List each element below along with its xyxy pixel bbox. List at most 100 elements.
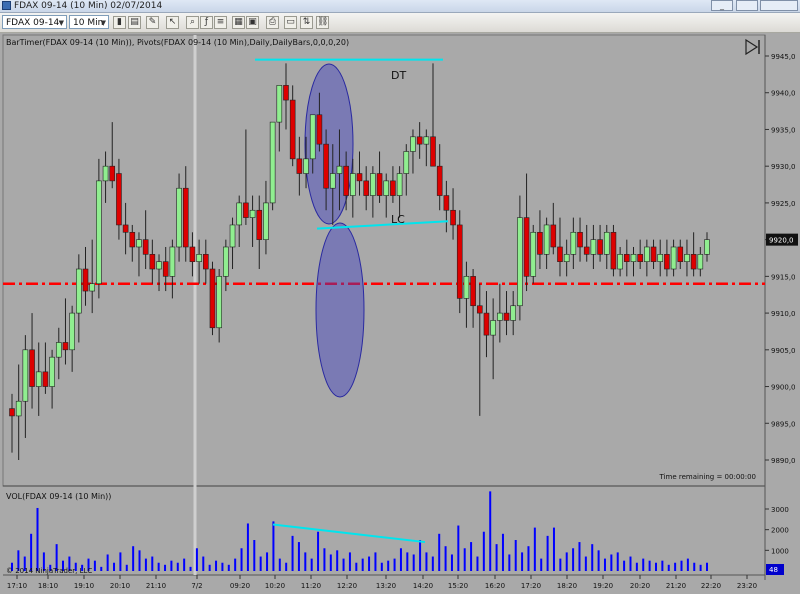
down-candle	[677, 246, 684, 262]
time-tick-label: 18:10	[38, 582, 58, 590]
up-candle	[370, 173, 376, 196]
draw-tool-icon[interactable]: ✎	[146, 16, 159, 29]
down-candle	[577, 231, 583, 248]
down-candle	[483, 312, 490, 336]
up-candle	[617, 254, 623, 270]
up-candle	[55, 342, 62, 358]
minimize-button[interactable]: _	[711, 0, 733, 11]
down-candle	[450, 209, 456, 226]
up-candle	[136, 239, 142, 248]
properties-icon[interactable]: ▦	[232, 16, 245, 29]
up-candle	[463, 276, 470, 299]
up-candle	[263, 202, 269, 240]
link-icon[interactable]: ⛓	[316, 16, 329, 29]
up-candle	[196, 254, 202, 262]
up-candle	[269, 121, 276, 204]
down-candle	[289, 99, 296, 160]
close-button[interactable]	[760, 0, 798, 11]
time-tick-label: 16:20	[485, 582, 505, 590]
up-candle	[309, 114, 316, 160]
down-candle	[476, 305, 483, 314]
up-candle	[169, 246, 176, 277]
down-candle	[296, 158, 303, 174]
window-title: FDAX 09-14 (10 Min) 02/07/2014	[14, 1, 163, 11]
up-candle	[216, 276, 222, 329]
down-candle	[256, 209, 263, 240]
volume-tick-label: 2000	[771, 527, 789, 535]
chart-style-icon[interactable]: ▤	[128, 16, 141, 29]
up-candle	[249, 209, 256, 218]
time-tick-label: 20:10	[110, 582, 130, 590]
interval-select[interactable]: 10 Min ▼	[69, 15, 109, 29]
price-tick-label: 9925,0	[771, 200, 796, 208]
up-candle	[229, 224, 236, 248]
time-tick-label: 15:20	[448, 582, 468, 590]
down-candle	[323, 143, 329, 189]
up-candle	[89, 283, 95, 292]
up-candle	[336, 165, 343, 174]
dt-label: DT	[391, 69, 406, 82]
up-candle	[276, 85, 283, 123]
down-candle	[416, 136, 423, 145]
up-candle	[563, 254, 570, 262]
interval-value: 10 Min	[73, 18, 104, 28]
down-candle	[149, 254, 156, 270]
down-candle	[109, 165, 116, 182]
price-tick-label: 9900,0	[771, 384, 796, 392]
down-candle	[470, 276, 476, 307]
indicators-icon[interactable]: ƒ	[200, 16, 213, 29]
up-candle	[490, 320, 496, 336]
down-candle	[390, 180, 396, 196]
up-candle	[96, 180, 102, 285]
price-tick-label: 9895,0	[771, 420, 796, 428]
time-tick-label: 12:20	[337, 582, 357, 590]
up-candle	[670, 246, 677, 270]
title-bar[interactable]: FDAX 09-14 (10 Min) 02/07/2014 _	[0, 0, 800, 13]
volume-last-label: 48	[769, 566, 778, 574]
down-candle	[9, 408, 15, 417]
down-candle	[116, 173, 122, 226]
down-candle	[436, 165, 443, 196]
down-candle	[456, 224, 463, 299]
screenshot-icon[interactable]: ▭	[284, 16, 297, 29]
up-candle	[350, 173, 356, 196]
data-box-icon[interactable]: ▣	[246, 16, 259, 29]
print-icon[interactable]: ⎙	[266, 16, 279, 29]
maximize-button[interactable]	[736, 0, 758, 11]
down-candle	[316, 114, 323, 145]
up-candle	[76, 268, 82, 314]
indicator-label: BarTimer(FDAX 09-14 (10 Min)), Pivots(FD…	[6, 38, 349, 47]
down-candle	[42, 371, 49, 387]
time-tick-label: 21:10	[146, 582, 166, 590]
up-candle	[697, 254, 704, 270]
down-candle	[29, 349, 35, 387]
up-candle	[403, 151, 410, 174]
price-tick-label: 9935,0	[771, 126, 796, 134]
strategies-icon[interactable]: ≡	[214, 16, 227, 29]
up-candle	[704, 239, 710, 255]
down-candle	[583, 246, 590, 255]
bar-type-icon[interactable]: ▮	[113, 16, 126, 29]
up-candle	[35, 371, 42, 387]
up-candle	[15, 400, 22, 417]
down-candle	[664, 254, 670, 270]
price-tick-label: 9945,0	[771, 53, 796, 61]
up-candle	[644, 246, 650, 262]
down-candle	[537, 231, 543, 255]
chevron-down-icon: ▼	[58, 19, 64, 27]
down-candle	[624, 254, 630, 262]
chart-area[interactable]: BarTimer(FDAX 09-14 (10 Min)), Pivots(FD…	[0, 33, 800, 594]
price-tick-label: 9905,0	[771, 347, 796, 355]
up-candle	[329, 173, 336, 189]
cursor-icon[interactable]: ↖	[166, 16, 179, 29]
down-candle	[597, 239, 603, 255]
down-candle	[189, 246, 196, 262]
zoom-icon[interactable]: ⌕	[186, 16, 199, 29]
time-tick-label: 21:20	[666, 582, 686, 590]
chart-trader-icon[interactable]: ⇅	[300, 16, 313, 29]
down-candle	[343, 165, 349, 196]
time-tick-label: 23:20	[737, 582, 757, 590]
time-tick-label: 20:20	[630, 582, 650, 590]
instrument-select[interactable]: FDAX 09-14 ▼	[2, 15, 67, 29]
volume-label: VOL(FDAX 09-14 (10 Min))	[6, 492, 111, 501]
